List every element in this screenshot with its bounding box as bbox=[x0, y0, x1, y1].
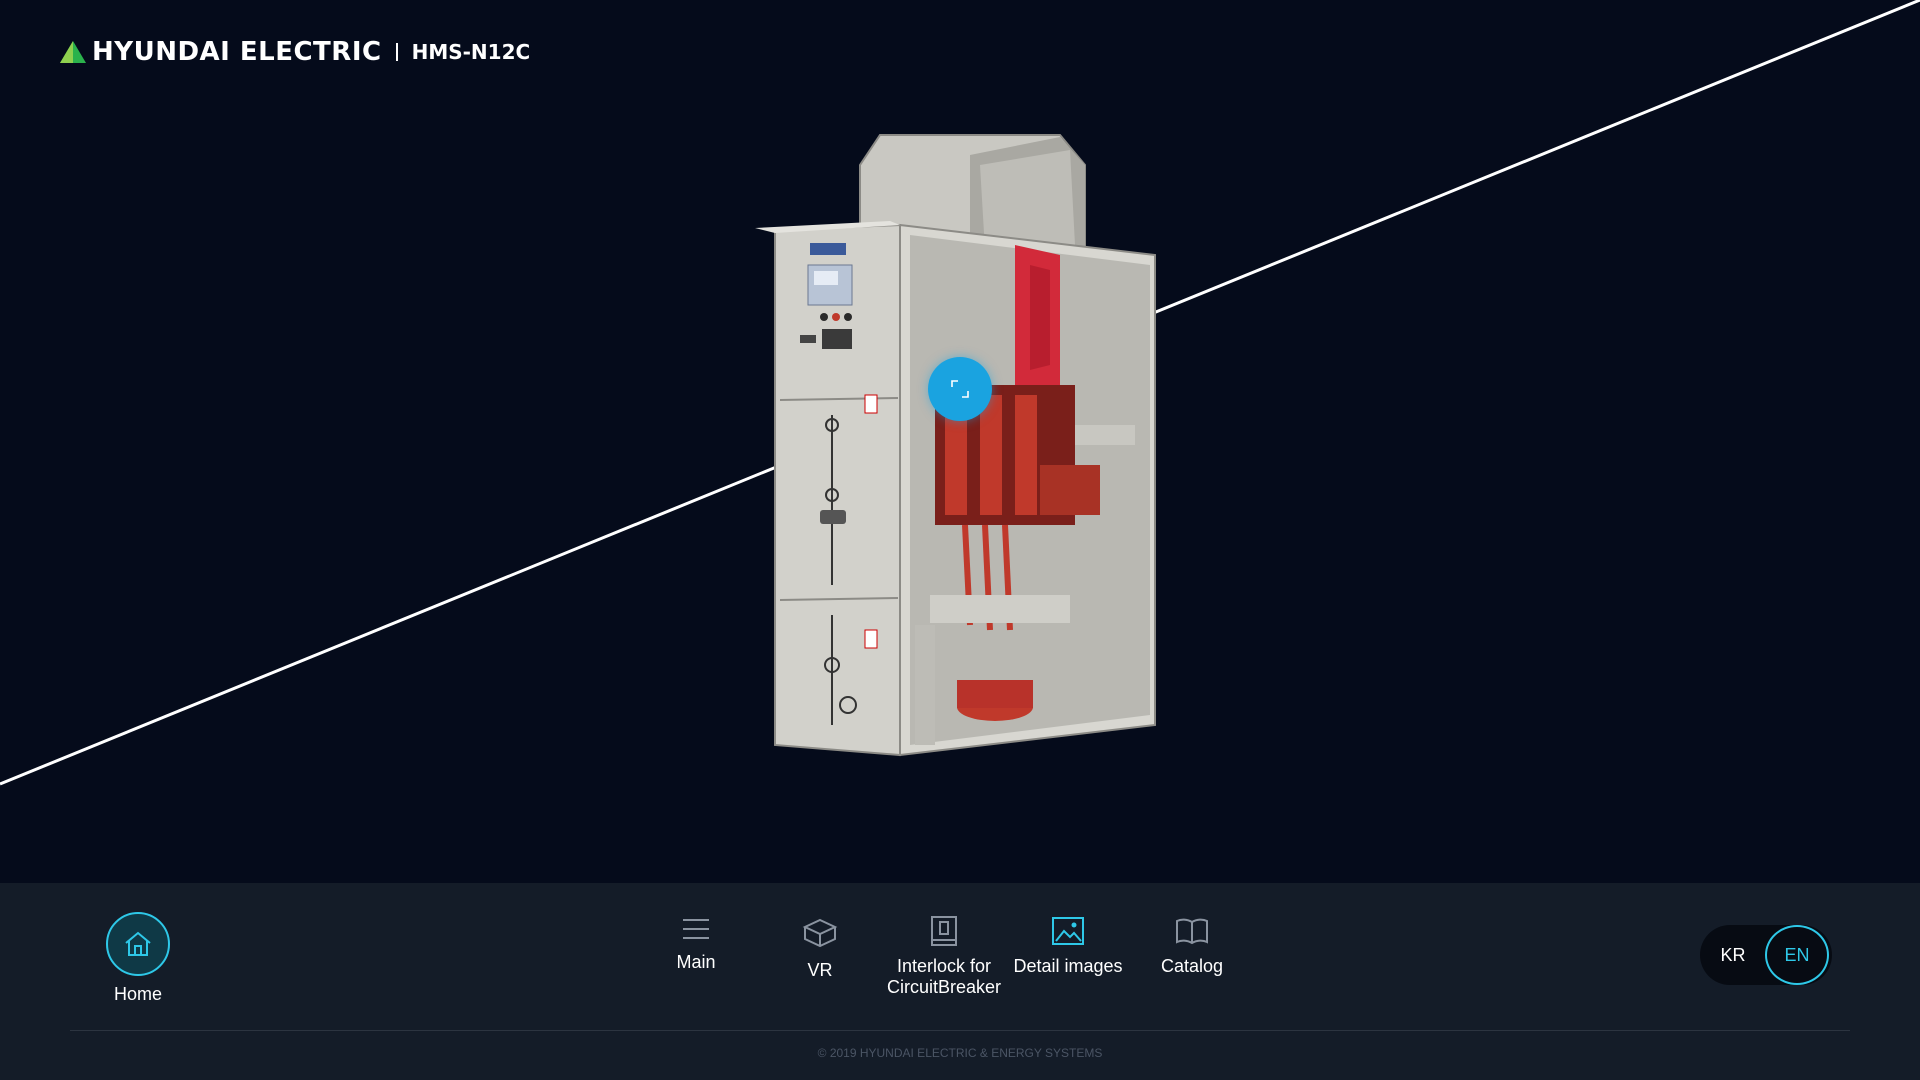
panel-icon bbox=[931, 916, 957, 946]
nav-detail-images[interactable]: Detail images bbox=[1006, 912, 1130, 977]
nav-detail-images-label: Detail images bbox=[1013, 956, 1123, 976]
menu-icon bbox=[683, 919, 709, 939]
nav-main[interactable]: Main bbox=[634, 912, 758, 973]
nav-vr-label: VR bbox=[807, 960, 833, 980]
bottom-nav: Main VR Interlock for CircuitBreaker Det… bbox=[0, 912, 1920, 1012]
lang-en-button[interactable]: EN bbox=[1765, 925, 1829, 985]
image-icon bbox=[1052, 917, 1084, 945]
nav-catalog-label: Catalog bbox=[1160, 956, 1224, 976]
nav-interlock[interactable]: Interlock for CircuitBreaker bbox=[882, 912, 1006, 998]
footer-divider bbox=[70, 1030, 1850, 1031]
switchgear-image bbox=[755, 134, 1156, 757]
nav-catalog[interactable]: Catalog bbox=[1130, 912, 1254, 977]
book-icon bbox=[1176, 918, 1208, 945]
hotspot-button[interactable] bbox=[928, 357, 992, 421]
scan-icon bbox=[951, 380, 969, 398]
nav-interlock-label: Interlock for CircuitBreaker bbox=[886, 956, 1002, 997]
nav-vr[interactable]: VR bbox=[758, 912, 882, 981]
language-switcher: KR EN bbox=[1700, 925, 1832, 985]
cube-icon bbox=[802, 918, 838, 948]
copyright-text: © 2019 HYUNDAI ELECTRIC & ENERGY SYSTEMS bbox=[817, 1046, 1103, 1060]
product-viewer[interactable] bbox=[0, 0, 1920, 883]
lang-kr-button[interactable]: KR bbox=[1700, 925, 1766, 985]
nav-main-label: Main bbox=[676, 952, 716, 972]
